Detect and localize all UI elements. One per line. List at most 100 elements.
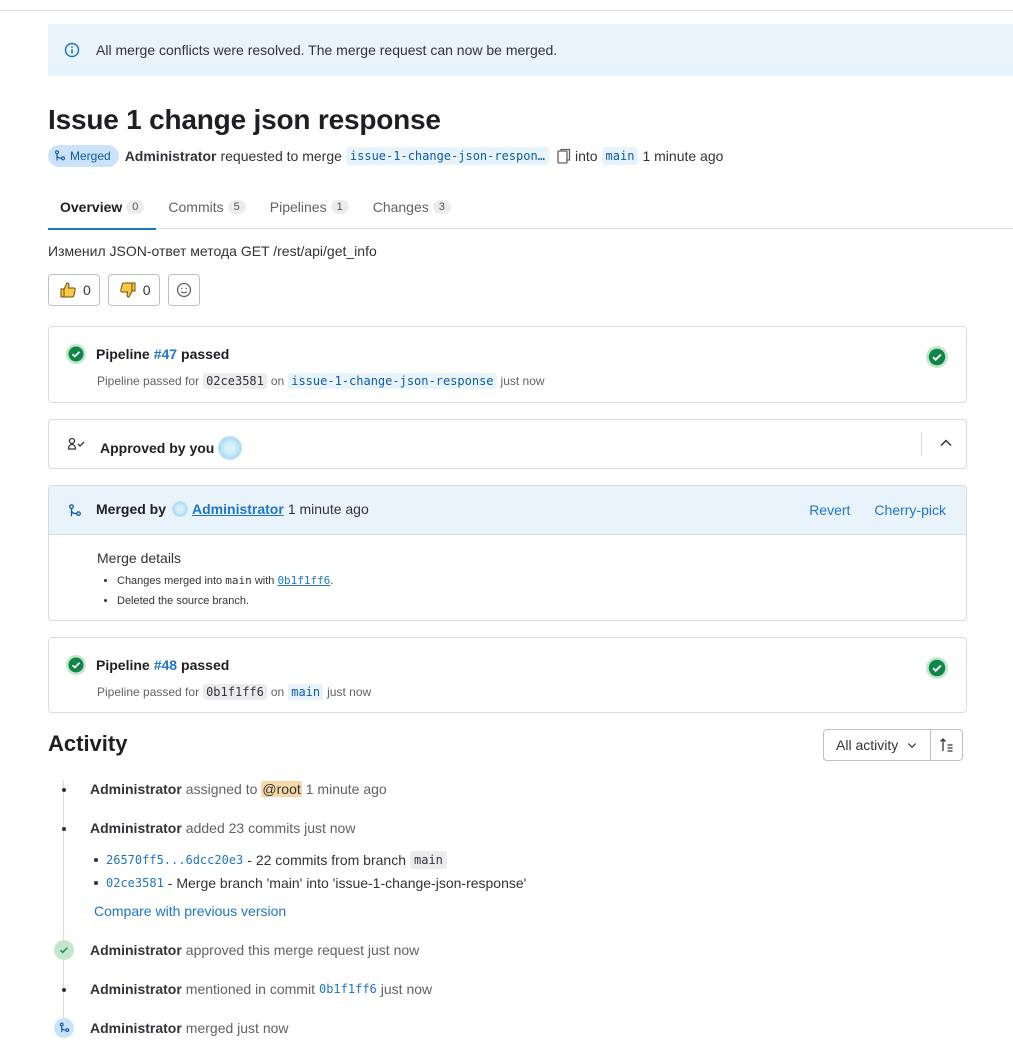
pipeline-link[interactable]: #47 bbox=[154, 346, 177, 362]
requested-text: requested to merge bbox=[220, 148, 342, 164]
user-mention[interactable]: @root bbox=[261, 781, 302, 797]
chevron-up-icon[interactable] bbox=[938, 435, 954, 451]
tab-commits[interactable]: Commits 5 bbox=[156, 184, 257, 229]
tab-overview[interactable]: Overview 0 bbox=[48, 184, 157, 230]
thumbs-down-count: 0 bbox=[142, 282, 151, 298]
branch-ref[interactable]: issue-1-change-json-response bbox=[288, 373, 497, 389]
activity-user[interactable]: Administrator bbox=[90, 981, 182, 997]
commit-range-link[interactable]: 26570ff5...6dcc20e3 bbox=[106, 853, 243, 867]
list-item: Changes merged into main with 0b1f1ff6. bbox=[117, 571, 333, 591]
revert-button[interactable]: Revert bbox=[809, 502, 850, 518]
sort-direction-button[interactable] bbox=[931, 729, 964, 761]
activity-user[interactable]: Administrator bbox=[90, 781, 182, 797]
merged-header: Merged by Administrator 1 minute ago Rev… bbox=[49, 486, 966, 535]
divider bbox=[921, 432, 922, 456]
branch-ref[interactable]: main bbox=[288, 684, 324, 700]
avatar[interactable] bbox=[172, 501, 189, 517]
pipeline-link[interactable]: #48 bbox=[154, 657, 177, 673]
pipeline-sub-prefix: Pipeline passed for bbox=[97, 374, 200, 388]
thumbs-down-button[interactable]: 0 bbox=[107, 274, 160, 306]
commits-list: 26570ff5...6dcc20e3 - 22 commits from br… bbox=[90, 848, 526, 894]
thumbs-up-icon bbox=[60, 282, 76, 298]
activity-item: Administrator mentioned in commit 0b1f1f… bbox=[90, 981, 432, 997]
check-icon bbox=[54, 940, 74, 960]
thumbs-down-icon bbox=[120, 282, 136, 298]
status-badge-label: Merged bbox=[70, 149, 111, 163]
tab-pipelines[interactable]: Pipelines 1 bbox=[258, 184, 361, 229]
detail-branch: main bbox=[225, 574, 252, 587]
approval-widget: Approved by you bbox=[48, 419, 967, 469]
approval-icon bbox=[67, 436, 87, 452]
commit-text: - 22 commits from branch bbox=[247, 851, 406, 868]
tab-label: Pipelines bbox=[269, 198, 327, 215]
commit-text: - Merge branch 'main' into 'issue-1-chan… bbox=[167, 874, 527, 891]
status-success-icon[interactable] bbox=[926, 657, 948, 679]
approval-label: Approved by you bbox=[100, 436, 243, 460]
pipeline-status: passed bbox=[181, 346, 230, 362]
activity-item: Administrator assigned to @root 1 minute… bbox=[90, 781, 387, 797]
tab-count: 3 bbox=[432, 199, 451, 214]
author-link[interactable]: Administrator bbox=[125, 148, 217, 164]
thumbs-up-count: 0 bbox=[83, 282, 91, 298]
target-branch[interactable]: main bbox=[601, 147, 639, 165]
tab-count: 5 bbox=[227, 199, 246, 214]
activity-user[interactable]: Administrator bbox=[90, 820, 182, 836]
activity-filter-dropdown[interactable]: All activity bbox=[823, 729, 932, 761]
activity-controls: All activity bbox=[823, 729, 964, 761]
add-reaction-button[interactable] bbox=[167, 274, 200, 306]
pipeline-status: passed bbox=[181, 657, 230, 673]
activity-user[interactable]: Administrator bbox=[90, 1020, 182, 1036]
merged-time: 1 minute ago bbox=[287, 501, 369, 517]
merged-by-label: Merged by Administrator 1 minute ago bbox=[96, 501, 369, 517]
timeline-line bbox=[63, 780, 64, 1030]
tab-label: Commits bbox=[168, 198, 224, 215]
bullet bbox=[94, 880, 98, 885]
cherry-pick-button[interactable]: Cherry-pick bbox=[874, 502, 946, 518]
list-item: 02ce3581 - Merge branch 'main' into 'iss… bbox=[90, 871, 526, 894]
tab-changes[interactable]: Changes 3 bbox=[361, 184, 463, 229]
commit-sha[interactable]: 0b1f1ff6 bbox=[203, 684, 267, 700]
alert-text: All merge conflicts were resolved. The m… bbox=[96, 42, 558, 58]
mr-time: 1 minute ago bbox=[642, 148, 724, 164]
activity-text: added 23 commits just now bbox=[185, 820, 356, 836]
activity-time: 1 minute ago bbox=[305, 781, 387, 797]
smiley-icon bbox=[176, 282, 191, 298]
timeline-dot bbox=[62, 788, 66, 792]
pipeline-when: just now bbox=[327, 685, 372, 699]
activity-title: Activity bbox=[48, 731, 128, 756]
tab-count: 0 bbox=[126, 199, 145, 214]
source-branch[interactable]: issue-1-change-json-respon… bbox=[345, 147, 549, 165]
merge-details: Merge details Changes merged into main w… bbox=[97, 550, 333, 611]
merge-icon bbox=[54, 1018, 74, 1038]
status-success-icon[interactable] bbox=[926, 346, 948, 368]
merged-by-text: Merged by bbox=[96, 501, 167, 517]
pipeline-subtext: Pipeline passed for 02ce3581 on issue-1-… bbox=[97, 373, 545, 389]
tab-label: Changes bbox=[372, 198, 429, 215]
merged-user-link[interactable]: Administrator bbox=[192, 501, 284, 517]
commit-sha-link[interactable]: 0b1f1ff6 bbox=[277, 574, 330, 587]
merged-actions: Revert Cherry-pick bbox=[809, 502, 946, 518]
compare-link[interactable]: Compare with previous version bbox=[94, 903, 286, 919]
pipeline-when: just now bbox=[500, 374, 545, 388]
activity-text: merged just now bbox=[185, 1020, 289, 1036]
merge-details-title: Merge details bbox=[97, 550, 182, 566]
commit-link[interactable]: 0b1f1ff6 bbox=[319, 982, 377, 996]
pipeline-sub-prefix: Pipeline passed for bbox=[97, 685, 200, 699]
tab-count: 1 bbox=[330, 199, 349, 214]
pipeline-prefix: Pipeline bbox=[96, 346, 150, 362]
mr-tabs: Overview 0 Commits 5 Pipelines 1 Changes… bbox=[48, 184, 1013, 230]
on-text: on bbox=[270, 374, 285, 388]
detail-text: with bbox=[254, 575, 275, 587]
detail-text: . bbox=[330, 575, 334, 587]
branch-ref: main bbox=[410, 850, 447, 869]
pipeline-widget: Pipeline #47 passed Pipeline passed for … bbox=[48, 326, 967, 403]
avatar[interactable] bbox=[218, 436, 243, 460]
list-item: Deleted the source branch. bbox=[117, 591, 333, 611]
copy-icon[interactable] bbox=[557, 148, 571, 164]
activity-user[interactable]: Administrator bbox=[90, 942, 182, 958]
commit-sha[interactable]: 02ce3581 bbox=[203, 373, 267, 389]
award-emoji-bar: 0 0 bbox=[48, 274, 200, 306]
activity-item: Administrator merged just now bbox=[90, 1020, 289, 1036]
commit-link[interactable]: 02ce3581 bbox=[106, 876, 164, 890]
thumbs-up-button[interactable]: 0 bbox=[48, 274, 100, 306]
